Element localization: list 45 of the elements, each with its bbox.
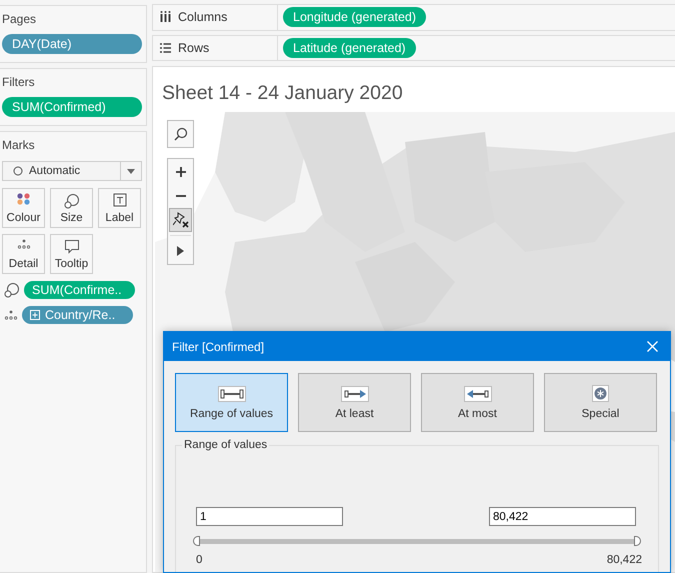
card-title: Marks <box>2 138 36 152</box>
palette-icon <box>16 193 30 205</box>
mark-card-button[interactable]: Tooltip <box>50 234 93 274</box>
shelf-label: Columns <box>178 10 228 24</box>
filter-mode-tab[interactable]: At least <box>298 373 411 432</box>
size-circles-icon <box>64 193 80 209</box>
size-circles-icon <box>4 282 20 298</box>
slider-thumb[interactable] <box>634 536 641 546</box>
card-title: Pages <box>2 12 38 26</box>
slider-thumb[interactable] <box>193 536 200 546</box>
group-label: Range of values <box>182 439 270 451</box>
mark-type-dropdown[interactable]: Automatic <box>2 161 142 181</box>
zoom-out-icon <box>174 194 186 198</box>
shelf-label: Rows <box>178 40 210 55</box>
caret-icon <box>127 168 135 174</box>
rows-icon <box>160 42 171 54</box>
columns-icon <box>160 11 171 24</box>
play-icon <box>177 246 184 256</box>
filter-mode-tab[interactable]: Special <box>544 373 657 432</box>
dots-icon <box>4 310 18 320</box>
card-title: Filters <box>2 75 36 89</box>
scale-max-label: 80,422 <box>606 554 642 566</box>
filter-mode-tab[interactable]: Range of values <box>175 373 288 432</box>
scale-min-label: 0 <box>196 554 202 566</box>
max-value-field[interactable]: 80,422 <box>489 507 636 526</box>
dialog-title: Filter [Confirmed] <box>172 340 264 354</box>
mark-card-button[interactable]: Label <box>98 188 141 228</box>
asterisk-icon <box>592 385 609 402</box>
pin-cross-icon <box>172 212 188 228</box>
close-icon <box>646 341 658 352</box>
mark-card-button[interactable]: Colour <box>2 188 45 228</box>
speech-bubble-icon <box>64 239 80 254</box>
mark-card-button[interactable]: Detail <box>2 234 45 274</box>
filter-mode-tab[interactable]: At most <box>421 373 534 432</box>
mark-card-button[interactable]: Size <box>50 188 93 228</box>
range-icon <box>218 386 246 402</box>
close-button[interactable] <box>644 338 660 354</box>
dots-icon <box>16 239 30 249</box>
search-icon <box>174 127 188 141</box>
sheet-title: Sheet 14 - 24 January 2020 <box>161 81 404 106</box>
circle-icon <box>13 166 23 176</box>
zoom-in-icon <box>174 166 186 178</box>
min-value-field[interactable]: 1 <box>196 507 343 526</box>
text-box-icon <box>112 193 126 207</box>
pin-cross-button[interactable] <box>169 208 192 232</box>
